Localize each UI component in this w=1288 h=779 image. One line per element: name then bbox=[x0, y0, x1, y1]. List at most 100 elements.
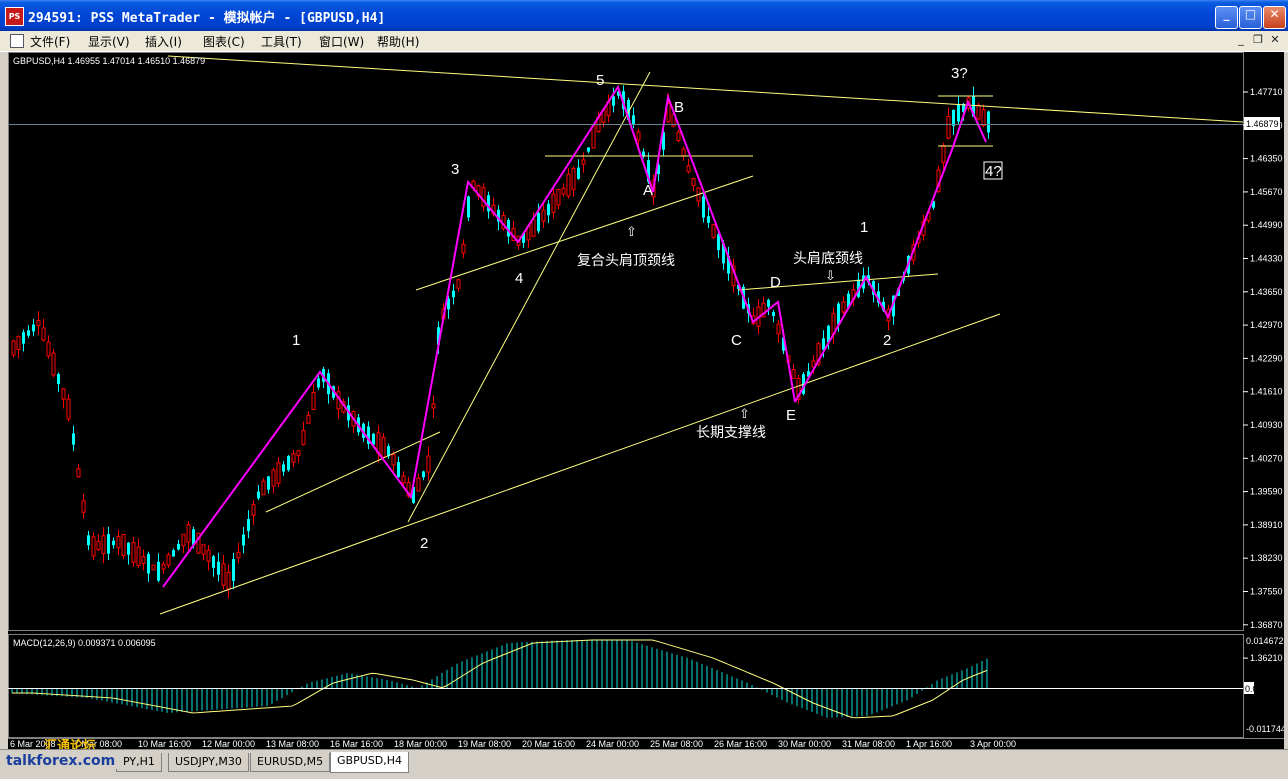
candle-body bbox=[271, 469, 276, 487]
candle-body bbox=[772, 311, 775, 317]
support-label: 长期支撑线 bbox=[696, 425, 766, 441]
wave-label-a: A bbox=[643, 182, 653, 199]
candle-body bbox=[397, 462, 400, 478]
watermark-site: talkforex.com bbox=[4, 753, 118, 769]
close-button[interactable]: ✕ bbox=[1263, 6, 1286, 29]
tab-usdjpy-m30[interactable]: USDJPY,M30 bbox=[168, 753, 249, 772]
candle-body bbox=[581, 159, 586, 165]
candle-body bbox=[791, 369, 796, 379]
candle-body bbox=[551, 193, 556, 213]
candle-body bbox=[22, 332, 25, 344]
menu-tools[interactable]: 工具(T) bbox=[261, 33, 302, 50]
candle-body bbox=[61, 388, 66, 400]
top-neckline-label: 复合头肩顶颈线 bbox=[577, 252, 675, 269]
candle-body bbox=[72, 433, 75, 445]
mdi-close-icon[interactable]: ✕ bbox=[1268, 33, 1282, 47]
price-tick-label: 1.40930 bbox=[1250, 420, 1283, 430]
candle-body bbox=[711, 224, 716, 238]
chart-window[interactable]: 1.477101.470301.463501.456701.449901.443… bbox=[8, 52, 1284, 749]
time-tick-label: 16 Mar 16:00 bbox=[330, 739, 383, 749]
price-tick-label: 1.38910 bbox=[1250, 520, 1283, 530]
candle-body bbox=[267, 476, 270, 490]
candle-body bbox=[587, 147, 590, 152]
candle-body bbox=[676, 131, 681, 142]
wave-label-5: 5 bbox=[596, 72, 604, 89]
candle-body bbox=[247, 519, 250, 531]
arrow-down-bottom: ⇩ bbox=[825, 269, 836, 284]
candle-body bbox=[157, 561, 160, 581]
candle-body bbox=[282, 464, 285, 472]
candle-body bbox=[556, 189, 561, 206]
menu-help[interactable]: 帮助(H) bbox=[377, 33, 419, 50]
candle-body bbox=[767, 299, 770, 307]
mdi-minimize-icon[interactable]: _ bbox=[1234, 33, 1248, 47]
candle-body bbox=[981, 109, 986, 126]
price-tick-label: 1.42970 bbox=[1250, 320, 1283, 330]
arrow-up-support: ⇧ bbox=[739, 407, 750, 422]
menu-bar: 文件(F) 显示(V) 插入(I) 图表(C) 工具(T) 窗口(W) 帮助(H… bbox=[0, 31, 1288, 52]
minimize-button[interactable]: _ bbox=[1215, 6, 1238, 29]
menu-view[interactable]: 显示(V) bbox=[88, 33, 130, 50]
candle-body bbox=[116, 536, 121, 549]
macd-label: MACD(12,26,9) 0.009371 0.006095 bbox=[13, 638, 156, 648]
time-tick-label: 19 Mar 08:00 bbox=[458, 739, 511, 749]
price-tick-label: 1.38230 bbox=[1250, 553, 1283, 563]
candle-body bbox=[467, 196, 470, 218]
candle-body bbox=[571, 168, 576, 191]
candle-body bbox=[952, 109, 955, 127]
candle-body bbox=[212, 556, 215, 568]
candle-body bbox=[566, 173, 571, 197]
wave-lines bbox=[162, 84, 987, 588]
candle-body bbox=[642, 151, 645, 156]
wave-label-c: C bbox=[731, 332, 742, 349]
macd-tick-min: -0.011744 bbox=[1246, 724, 1284, 734]
candle-body bbox=[206, 549, 211, 562]
candle-body bbox=[372, 433, 375, 445]
price-tick-label: 1.36870 bbox=[1250, 620, 1283, 630]
candle-body bbox=[51, 352, 56, 376]
candle-body bbox=[127, 542, 130, 555]
trendlines bbox=[159, 55, 1244, 615]
tab-eurusd-m5[interactable]: EURUSD,M5 bbox=[250, 753, 331, 772]
price-tick-label: 1.39590 bbox=[1250, 487, 1283, 497]
candle-body bbox=[121, 533, 126, 557]
candle-body bbox=[131, 542, 136, 563]
menu-file[interactable]: 文件(F) bbox=[30, 33, 70, 50]
time-tick-label: 31 Mar 08:00 bbox=[842, 739, 895, 749]
candle-body bbox=[27, 330, 30, 336]
price-tick-label: 1.43650 bbox=[1250, 287, 1283, 297]
candle-body bbox=[221, 563, 226, 586]
time-tick-label: 20 Mar 16:00 bbox=[522, 739, 575, 749]
candle-body bbox=[236, 551, 241, 559]
macd-tick-max: 0.014672 bbox=[1246, 636, 1284, 646]
menu-chart[interactable]: 图表(C) bbox=[203, 33, 245, 50]
candle-body bbox=[41, 327, 46, 341]
trendline bbox=[167, 55, 1244, 123]
candle-body bbox=[81, 500, 86, 513]
candle-body bbox=[166, 554, 171, 566]
mdi-restore-icon[interactable]: ❐ bbox=[1251, 33, 1265, 47]
wave-label-d: D bbox=[770, 274, 781, 291]
candle-body bbox=[136, 546, 141, 566]
menu-insert[interactable]: 插入(I) bbox=[145, 33, 182, 50]
candle-body bbox=[381, 436, 386, 458]
price-axis: 1.477101.470301.463501.456701.449901.443… bbox=[1243, 87, 1283, 663]
candle-body bbox=[186, 524, 191, 543]
document-icon bbox=[10, 34, 24, 48]
maximize-button[interactable]: □ bbox=[1239, 6, 1262, 29]
candle-body bbox=[946, 116, 951, 139]
price-tick-label: 1.47710 bbox=[1250, 87, 1283, 97]
tab-gbpjpy-h1[interactable]: PY,H1 bbox=[116, 753, 162, 772]
candle-body bbox=[201, 544, 206, 555]
candle-body bbox=[401, 475, 406, 484]
price-tick-label: 1.44330 bbox=[1250, 254, 1283, 264]
candle-body bbox=[87, 535, 90, 546]
candle-body bbox=[416, 477, 421, 492]
candle-body bbox=[987, 111, 990, 133]
symbol-info: GBPUSD,H4 1.46955 1.47014 1.46510 1.4687… bbox=[13, 56, 205, 66]
candle-body bbox=[112, 540, 115, 546]
price-chart[interactable]: 1.477101.470301.463501.456701.449901.443… bbox=[8, 52, 1284, 749]
candle-body bbox=[957, 104, 960, 122]
menu-window[interactable]: 窗口(W) bbox=[319, 33, 364, 50]
tab-gbpusd-h4[interactable]: GBPUSD,H4 bbox=[330, 752, 409, 773]
